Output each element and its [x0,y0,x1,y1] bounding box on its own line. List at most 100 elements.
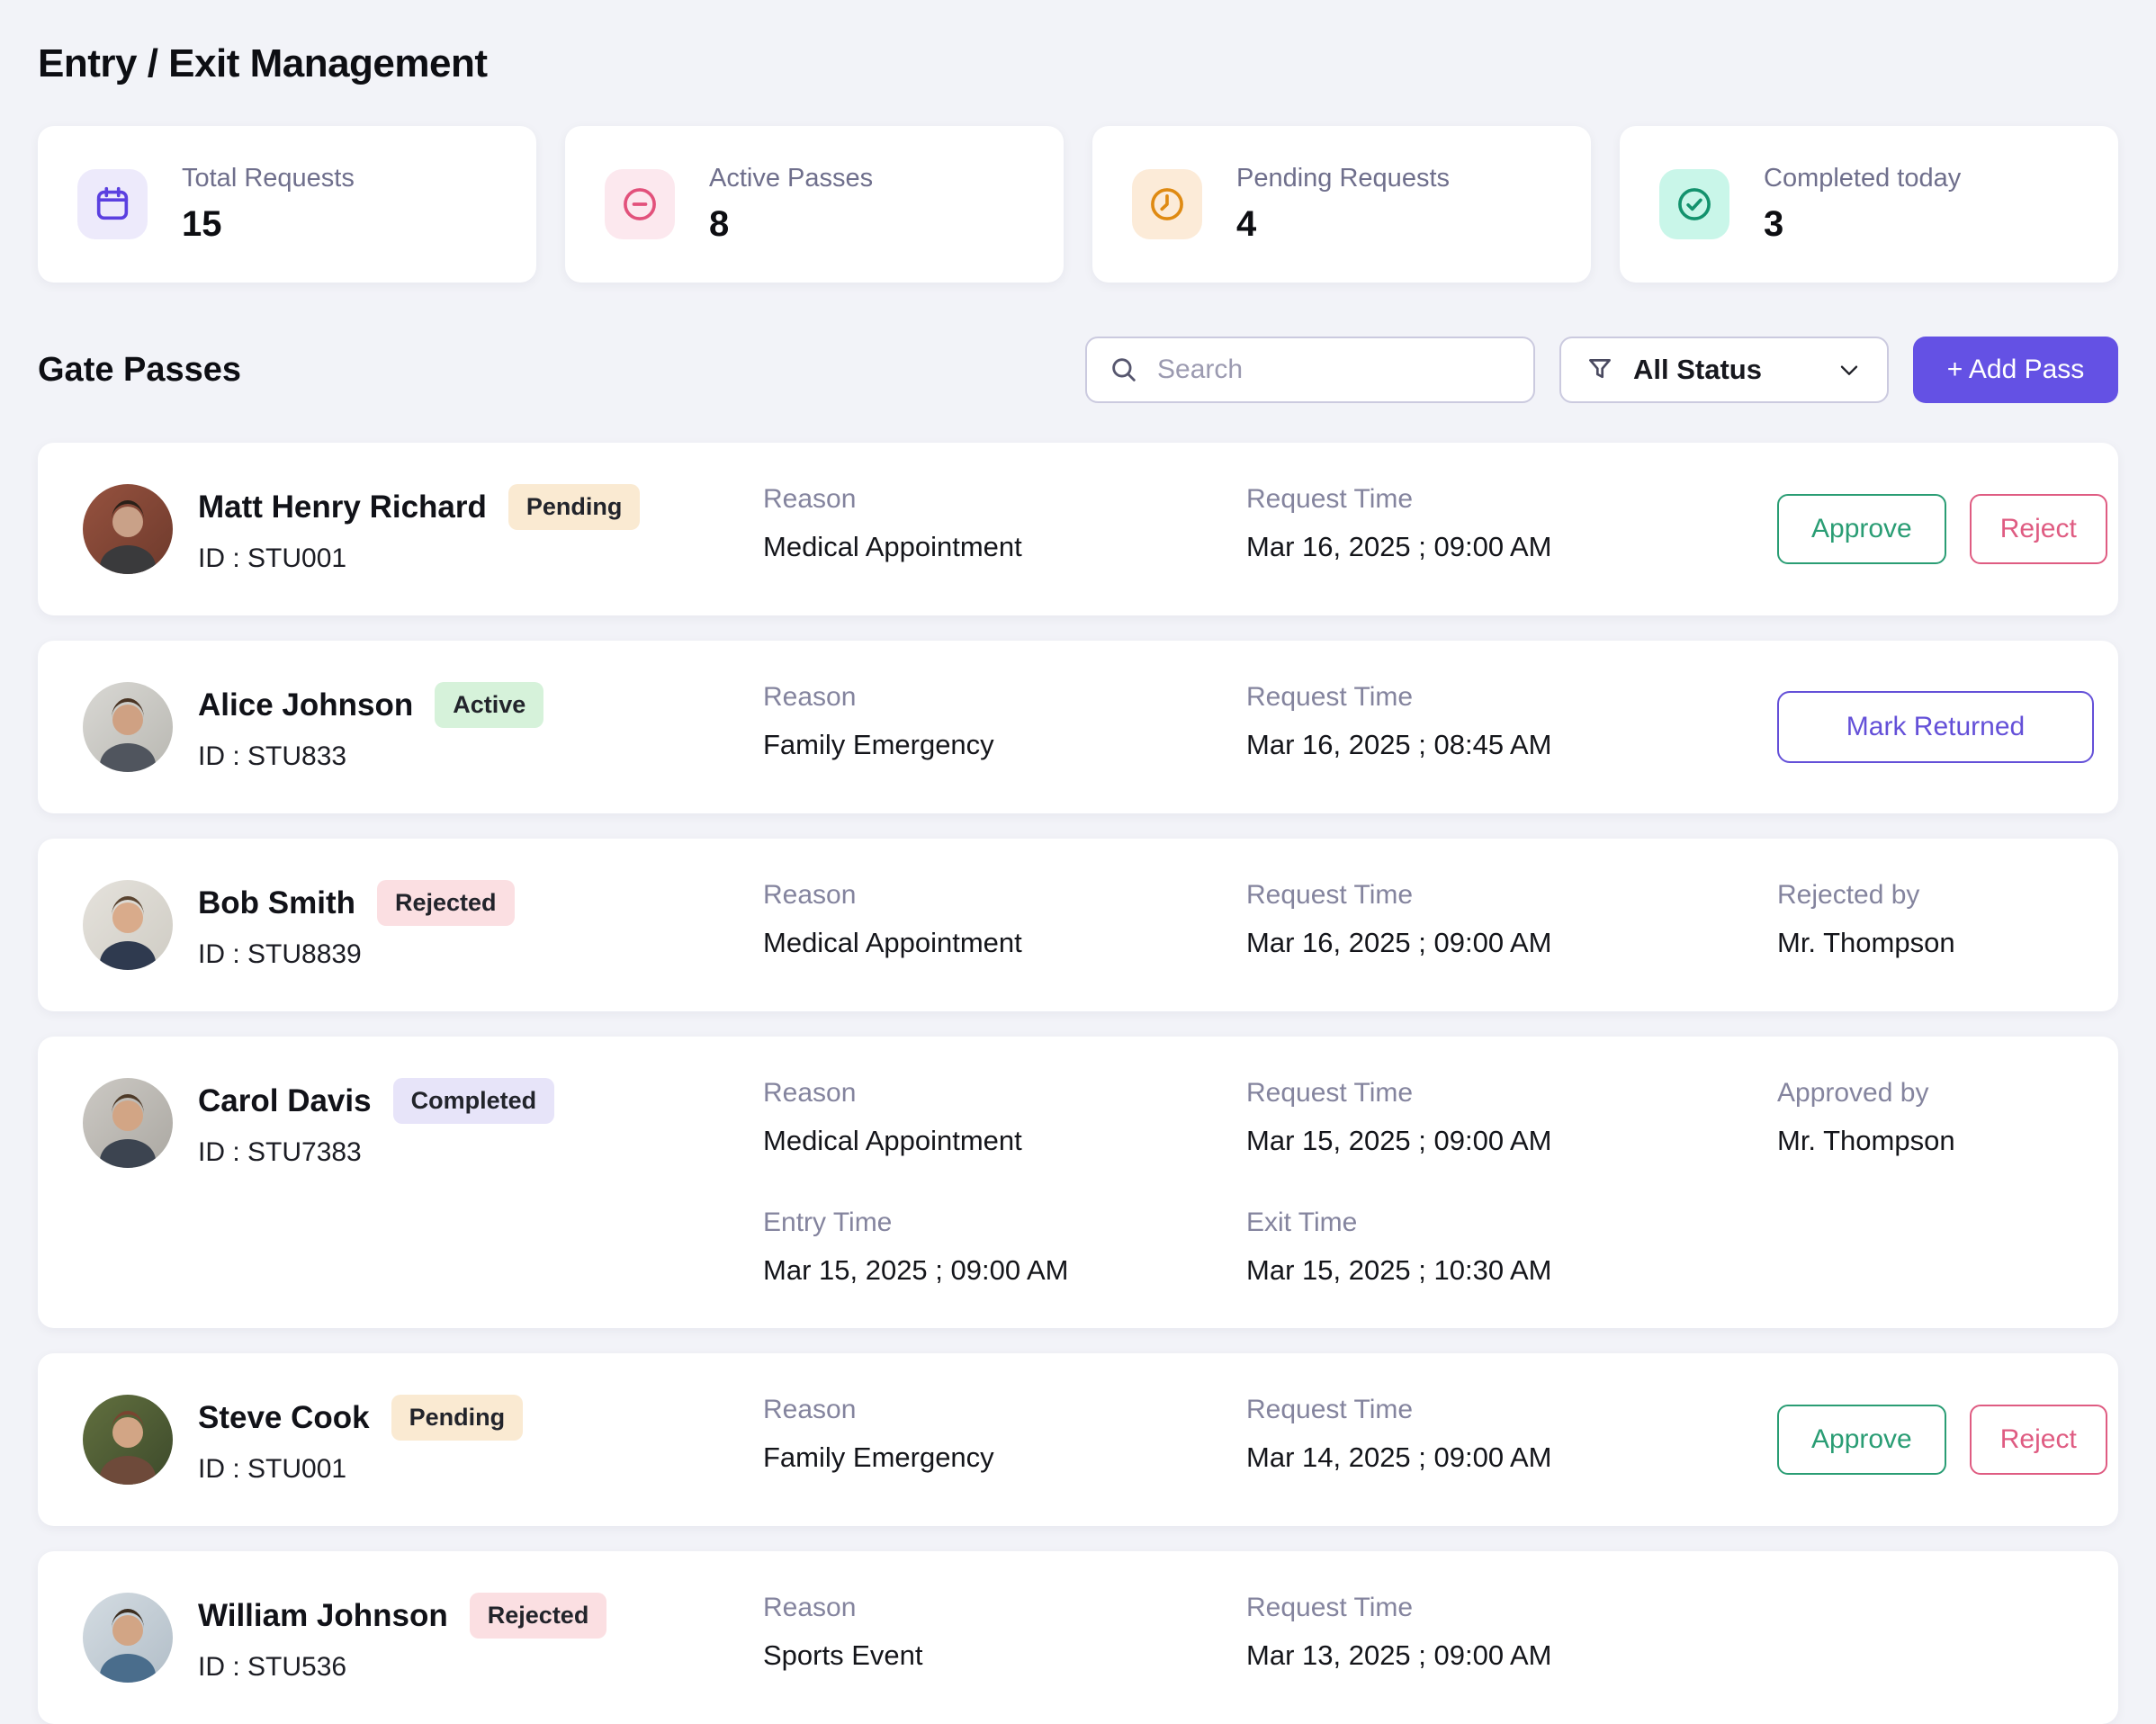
gate-pass-row: Steve Cook Pending ID : STU001 Reason Fa… [38,1353,2118,1526]
add-pass-button[interactable]: + Add Pass [1913,337,2118,403]
stat-label: Pending Requests [1236,164,1450,193]
stat-card-active-passes: Active Passes 8 [565,126,1064,283]
pass-identity: Alice Johnson Active ID : STU833 [83,682,763,772]
request-time-value: Mar 16, 2025 ; 09:00 AM [1246,531,1777,563]
status-badge: Rejected [377,880,515,926]
request-time-value: Mar 16, 2025 ; 09:00 AM [1246,927,1777,959]
handled-by-value: Mr. Thompson [1777,927,2073,959]
reason-field: Reason Medical Appointment [763,484,1246,563]
request-time-label: Request Time [1246,484,1777,515]
handled-by-field: Approved by Mr. Thompson [1777,1078,2073,1157]
reason-field: Reason Family Emergency [763,1395,1246,1474]
entry-time-field: Entry Time Mar 15, 2025 ; 09:00 AM [763,1208,1246,1287]
reason-label: Reason [763,484,1246,515]
pass-name: Carol Davis [198,1083,372,1119]
mark-returned-button[interactable]: Mark Returned [1777,691,2094,763]
request-time-label: Request Time [1246,1395,1777,1425]
stat-card-completed-today: Completed today 3 [1620,126,2118,283]
chevron-down-icon [1835,355,1864,384]
approve-button[interactable]: Approve [1777,1405,1946,1475]
exit-time-field: Exit Time Mar 15, 2025 ; 10:30 AM [1246,1208,1777,1287]
status-filter-value: All Status [1633,354,1817,386]
pass-id: ID : STU001 [198,543,640,574]
pass-name: Bob Smith [198,885,355,921]
search-icon [1109,355,1139,385]
reason-value: Family Emergency [763,1441,1246,1474]
clock-icon [1132,169,1202,239]
reason-label: Reason [763,1078,1246,1109]
gate-passes-heading: Gate Passes [38,351,241,390]
calendar-icon [77,169,148,239]
gate-pass-list: Matt Henry Richard Pending ID : STU001 R… [38,443,2118,1724]
request-time-field: Request Time Mar 16, 2025 ; 09:00 AM [1246,880,1777,959]
pass-actions: Approve Reject [1777,1405,2107,1475]
request-time-field: Request Time Mar 15, 2025 ; 09:00 AM [1246,1078,1777,1157]
pass-id: ID : STU7383 [198,1137,554,1168]
handled-by-label: Approved by [1777,1078,2073,1109]
request-time-label: Request Time [1246,682,1777,713]
request-time-label: Request Time [1246,880,1777,911]
reason-field: Reason Medical Appointment [763,880,1246,959]
handled-by-value: Mr. Thompson [1777,1125,2073,1157]
stat-label: Active Passes [709,164,873,193]
reason-label: Reason [763,880,1246,911]
page-title: Entry / Exit Management [38,41,2118,86]
pass-identity: William Johnson Rejected ID : STU536 [83,1593,763,1683]
request-time-field: Request Time Mar 16, 2025 ; 08:45 AM [1246,682,1777,761]
status-badge: Completed [393,1078,555,1124]
request-time-field: Request Time Mar 13, 2025 ; 09:00 AM [1246,1593,1777,1672]
status-filter-select[interactable]: All Status [1559,337,1889,403]
stats-row: Total Requests 15 Active Passes 8 [38,126,2118,283]
gate-pass-row: Bob Smith Rejected ID : STU8839 Reason M… [38,839,2118,1011]
funnel-icon [1585,355,1615,385]
avatar [83,484,173,574]
request-time-value: Mar 15, 2025 ; 09:00 AM [1246,1125,1777,1157]
reason-label: Reason [763,1395,1246,1425]
entry-time-label: Entry Time [763,1208,1246,1238]
request-time-label: Request Time [1246,1078,1777,1109]
pass-name: Alice Johnson [198,687,413,723]
pass-id: ID : STU8839 [198,939,515,970]
avatar [83,1078,173,1168]
stat-value: 15 [182,204,355,245]
reject-button[interactable]: Reject [1970,1405,2107,1475]
stat-label: Completed today [1764,164,1961,193]
stat-label: Total Requests [182,164,355,193]
reason-value: Medical Appointment [763,927,1246,959]
pass-id: ID : STU001 [198,1454,523,1485]
reason-label: Reason [763,1593,1246,1623]
request-time-label: Request Time [1246,1593,1777,1623]
pass-name: Steve Cook [198,1400,370,1436]
reason-label: Reason [763,682,1246,713]
request-time-value: Mar 13, 2025 ; 09:00 AM [1246,1639,1777,1672]
status-badge: Rejected [470,1593,607,1639]
gate-pass-row: Matt Henry Richard Pending ID : STU001 R… [38,443,2118,615]
check-circle-icon [1659,169,1729,239]
search-input[interactable] [1155,354,1512,386]
pass-name: Matt Henry Richard [198,489,487,525]
pass-id: ID : STU833 [198,741,543,772]
gate-pass-row: William Johnson Rejected ID : STU536 Rea… [38,1551,2118,1724]
stat-card-total-requests: Total Requests 15 [38,126,536,283]
reason-value: Medical Appointment [763,531,1246,563]
reject-button[interactable]: Reject [1970,494,2107,564]
handled-by-field: Rejected by Mr. Thompson [1777,880,2073,959]
exit-time-value: Mar 15, 2025 ; 10:30 AM [1246,1254,1777,1287]
reason-field: Reason Sports Event [763,1593,1246,1672]
pass-identity: Carol Davis Completed ID : STU7383 [83,1078,763,1168]
gate-passes-toolbar: Gate Passes All Status + Add [38,337,2118,403]
gate-pass-row: Carol Davis Completed ID : STU7383 Reaso… [38,1037,2118,1328]
status-badge: Pending [391,1395,524,1441]
approve-button[interactable]: Approve [1777,494,1946,564]
reason-field: Reason Family Emergency [763,682,1246,761]
pass-identity: Bob Smith Rejected ID : STU8839 [83,880,763,970]
entry-exit-management-page: Entry / Exit Management Total Requests 1… [0,0,2156,1724]
avatar [83,1395,173,1485]
entry-time-value: Mar 15, 2025 ; 09:00 AM [763,1254,1246,1287]
request-time-field: Request Time Mar 14, 2025 ; 09:00 AM [1246,1395,1777,1474]
search-box [1085,337,1535,403]
stat-value: 4 [1236,204,1450,245]
reason-value: Family Emergency [763,729,1246,761]
stat-card-pending-requests: Pending Requests 4 [1092,126,1591,283]
pass-identity: Matt Henry Richard Pending ID : STU001 [83,484,763,574]
